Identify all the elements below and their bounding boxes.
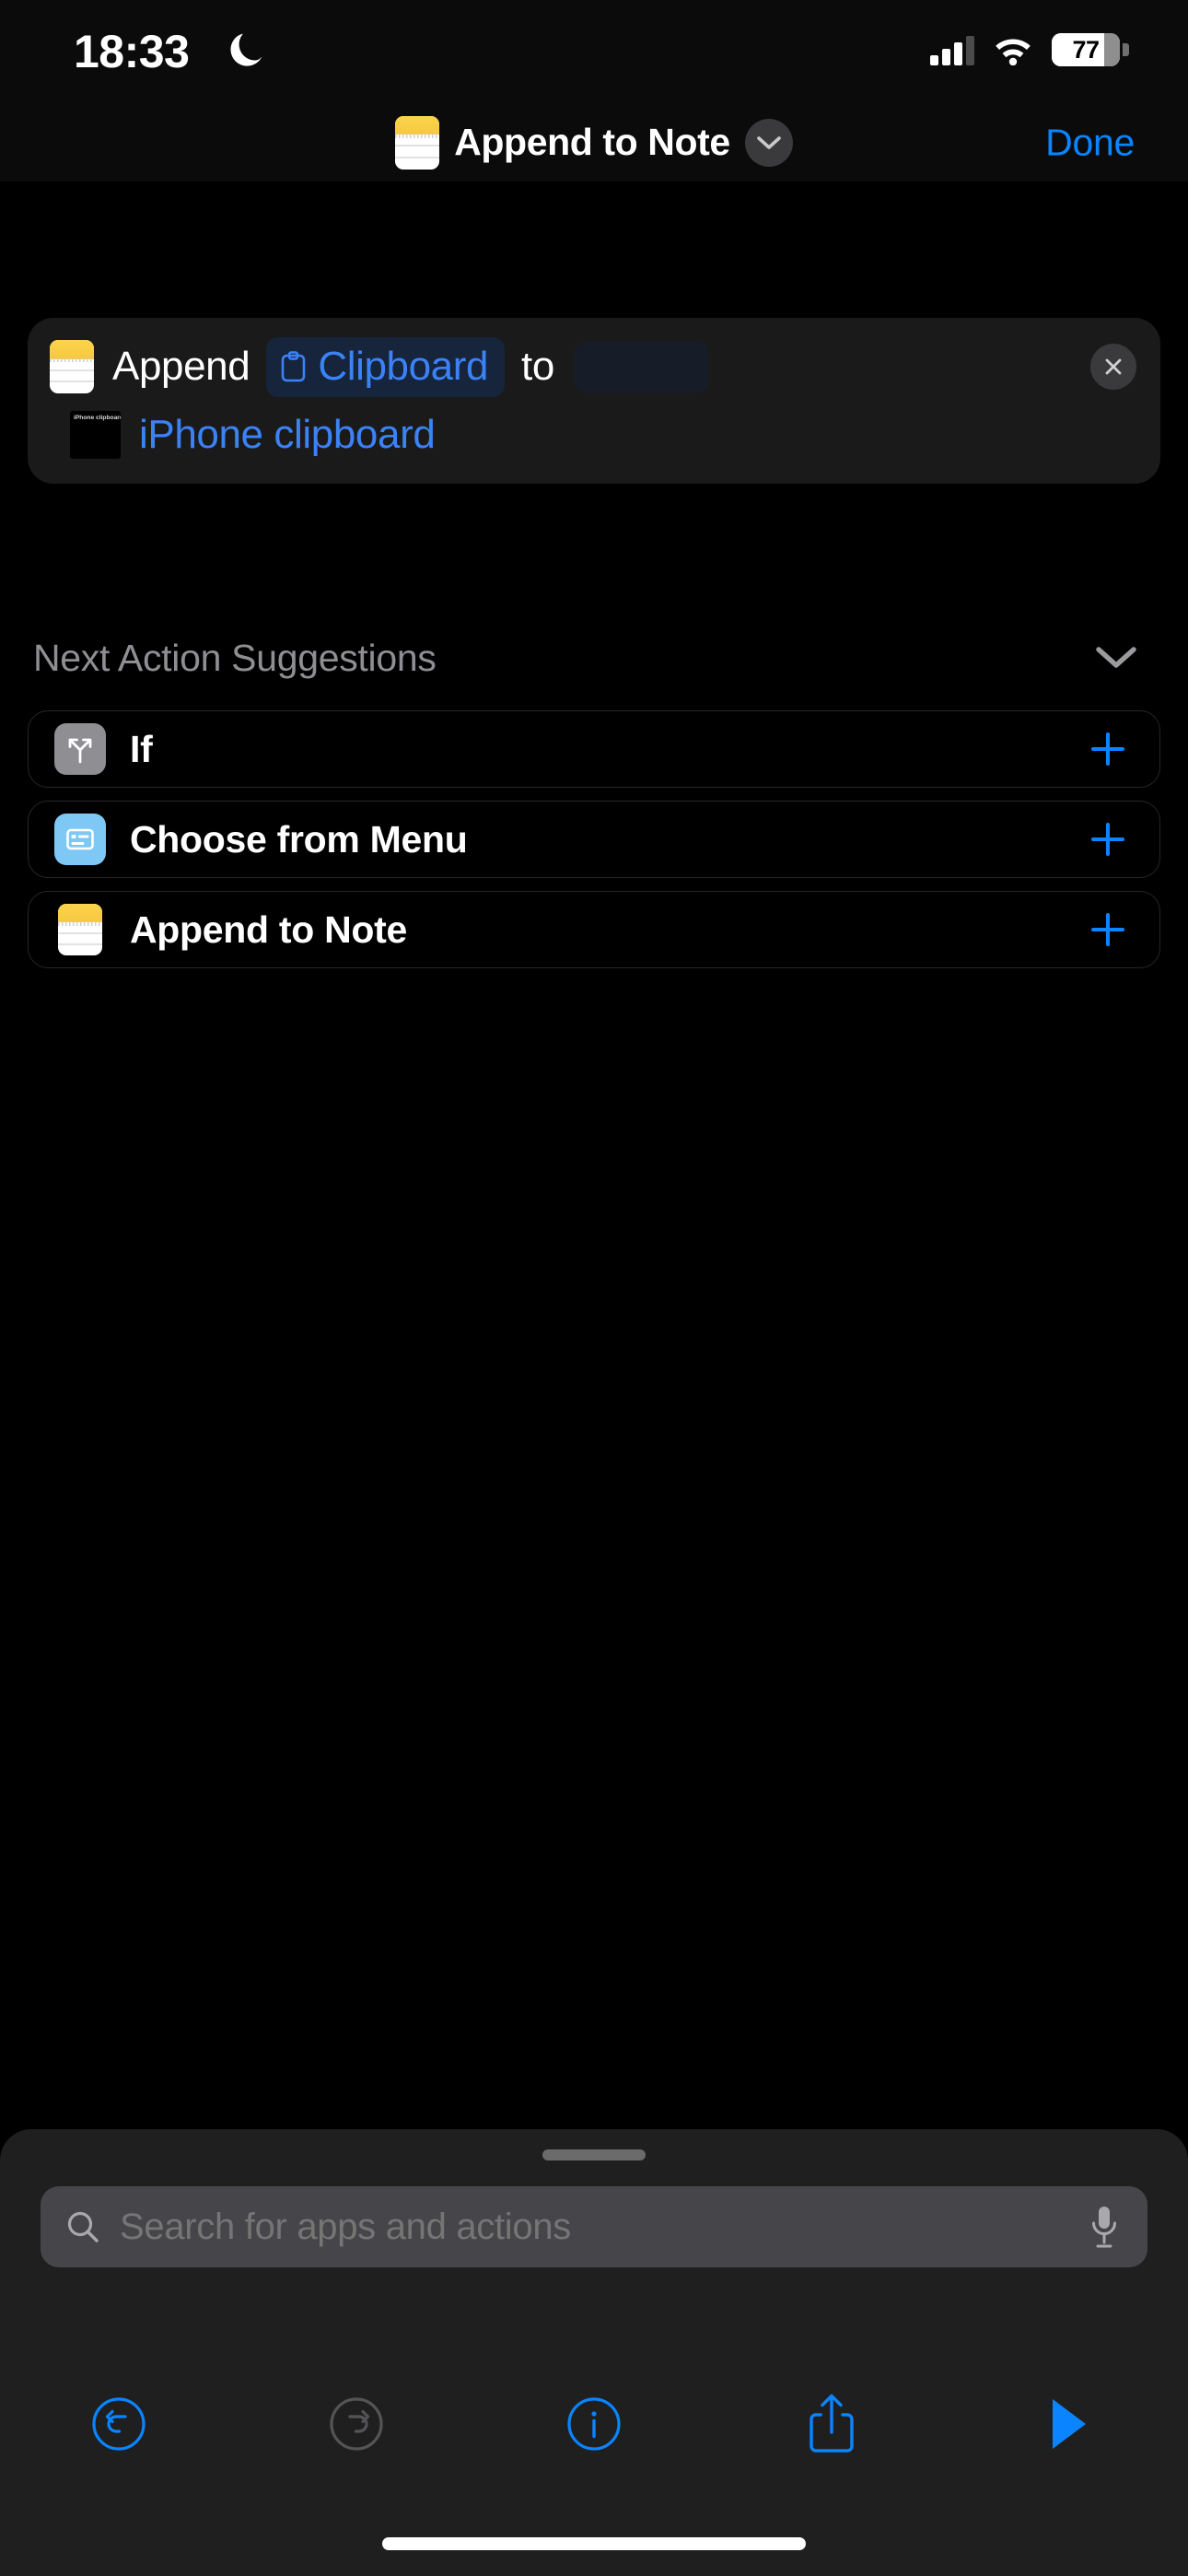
- clipboard-input-token[interactable]: Clipboard: [266, 336, 506, 397]
- search-icon: [64, 2208, 101, 2245]
- navigation-bar: Append to Note Done: [0, 103, 1188, 181]
- action-verb-label: Append: [112, 344, 250, 389]
- notes-app-icon: [50, 340, 94, 393]
- status-bar: 18:33 77: [0, 0, 1188, 103]
- nav-title-group[interactable]: Append to Note: [395, 115, 793, 170]
- status-bar-time: 18:33: [74, 26, 190, 77]
- notes-app-icon: [58, 904, 102, 955]
- suggestions-list: If Choose from Menu Append to Note: [28, 710, 1160, 981]
- notes-app-icon: [395, 115, 440, 170]
- wifi-icon: [993, 34, 1033, 65]
- status-bar-indicators: 77: [930, 28, 1129, 72]
- done-button[interactable]: Done: [1045, 121, 1135, 164]
- battery-percent-label: 77: [1072, 35, 1100, 64]
- branch-arrow-icon: [54, 723, 106, 775]
- suggestion-row-choose-from-menu[interactable]: Choose from Menu: [28, 801, 1160, 878]
- microphone-icon[interactable]: [1085, 2202, 1124, 2252]
- search-bar[interactable]: [41, 2186, 1147, 2267]
- undo-button[interactable]: [0, 2373, 238, 2475]
- battery-tip: [1123, 43, 1129, 56]
- redo-button[interactable]: [238, 2373, 475, 2475]
- share-button[interactable]: [713, 2373, 950, 2475]
- clipboard-thumbnail: iPhone clipboard: [70, 411, 121, 459]
- sheet-grabber[interactable]: [542, 2149, 646, 2160]
- iphone-clipboard-token-label: iPhone clipboard: [139, 412, 436, 457]
- note-target-field[interactable]: [574, 341, 708, 392]
- shortcuts-editor-screen: 18:33 77 Append to Note Done Append Clip…: [0, 0, 1188, 2576]
- plus-icon[interactable]: [1084, 815, 1132, 863]
- crescent-moon-icon: [228, 29, 263, 70]
- clipboard-thumbnail-text: iPhone clipboard: [74, 415, 121, 421]
- suggestion-label: Choose from Menu: [130, 817, 468, 861]
- action-card-append-to-note[interactable]: Append Clipboard to iPhone clipboard iPh…: [28, 318, 1160, 484]
- plus-icon[interactable]: [1084, 906, 1132, 954]
- search-input[interactable]: [120, 2206, 1085, 2248]
- clipboard-icon: [281, 350, 306, 382]
- battery-indicator: 77: [1052, 33, 1120, 66]
- next-action-suggestions-header: Next Action Suggestions: [33, 634, 1155, 682]
- notes-app-icon-wrap: [54, 904, 106, 955]
- bottom-sheet: [0, 2129, 1188, 2576]
- home-indicator: [382, 2537, 806, 2550]
- action-preposition-label: to: [521, 344, 554, 389]
- suggestion-label: If: [130, 727, 153, 770]
- plus-icon[interactable]: [1084, 725, 1132, 773]
- suggestion-row-if[interactable]: If: [28, 710, 1160, 788]
- cellular-signal-icon: [930, 34, 974, 65]
- editor-toolbar: [0, 2373, 1188, 2475]
- chevron-down-icon[interactable]: [1090, 632, 1142, 684]
- suggestions-title: Next Action Suggestions: [33, 636, 437, 679]
- action-card-row-primary: Append Clipboard to: [50, 336, 1138, 397]
- page-title: Append to Note: [454, 121, 730, 163]
- menu-list-icon: [54, 814, 106, 865]
- action-card-row-secondary[interactable]: iPhone clipboard iPhone clipboard: [50, 408, 1138, 462]
- suggestion-label: Append to Note: [130, 907, 407, 951]
- run-button[interactable]: [950, 2373, 1188, 2475]
- clipboard-token-label: Clipboard: [318, 343, 489, 389]
- info-button[interactable]: [475, 2373, 713, 2475]
- chevron-down-icon[interactable]: [744, 118, 793, 167]
- close-circle-icon[interactable]: [1090, 344, 1136, 390]
- suggestion-row-append-to-note[interactable]: Append to Note: [28, 891, 1160, 968]
